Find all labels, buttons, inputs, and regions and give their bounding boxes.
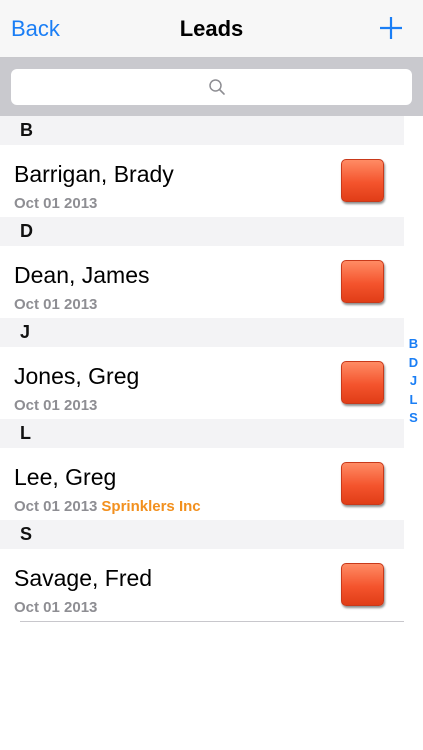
lead-name: Barrigan, Brady bbox=[14, 161, 174, 187]
index-letter-b[interactable]: B bbox=[404, 335, 423, 354]
section-header-j: J bbox=[0, 318, 404, 347]
list-item[interactable]: Savage, Fred Oct 01 2013 bbox=[14, 549, 404, 622]
status-indicator[interactable] bbox=[341, 563, 384, 606]
lead-name: Lee, Greg bbox=[14, 464, 117, 490]
list-item[interactable]: Dean, James Oct 01 2013 bbox=[0, 246, 404, 318]
search-icon bbox=[209, 79, 225, 95]
status-indicator[interactable] bbox=[341, 462, 384, 505]
list-item[interactable]: Barrigan, Brady Oct 01 2013 bbox=[0, 145, 404, 217]
index-letter-d[interactable]: D bbox=[404, 354, 423, 373]
index-letter-j[interactable]: J bbox=[404, 372, 423, 391]
search-input[interactable] bbox=[11, 69, 412, 105]
leads-list: B Barrigan, Brady Oct 01 2013 D Dean, Ja… bbox=[0, 116, 404, 622]
index-letter-l[interactable]: L bbox=[404, 391, 423, 410]
section-header-l: L bbox=[0, 419, 404, 448]
lead-subtitle: Oct 01 2013 bbox=[14, 195, 101, 213]
lead-subtitle: Oct 01 2013 bbox=[14, 599, 101, 617]
index-letter-s[interactable]: S bbox=[404, 409, 423, 428]
section-header-d: D bbox=[0, 217, 404, 246]
plus-icon bbox=[380, 17, 402, 39]
status-indicator[interactable] bbox=[341, 159, 384, 202]
lead-name: Dean, James bbox=[14, 262, 150, 288]
lead-subtitle: Oct 01 2013 bbox=[14, 296, 101, 314]
section-index: B D J L S bbox=[404, 335, 423, 428]
lead-date: Oct 01 2013 bbox=[14, 397, 98, 414]
lead-name: Savage, Fred bbox=[14, 565, 153, 591]
lead-date: Oct 01 2013 bbox=[14, 296, 98, 313]
section-header-b: B bbox=[0, 116, 404, 145]
status-indicator[interactable] bbox=[341, 260, 384, 303]
lead-date: Oct 01 2013 bbox=[14, 498, 98, 515]
page-title: Leads bbox=[179, 16, 244, 41]
lead-subtitle: Oct 01 2013 bbox=[14, 397, 101, 415]
navigation-bar: Back Leads bbox=[0, 0, 423, 58]
list-item[interactable]: Lee, Greg Oct 01 2013 Sprinklers Inc bbox=[0, 448, 404, 520]
lead-date: Oct 01 2013 bbox=[14, 195, 98, 212]
lead-subtitle: Oct 01 2013 Sprinklers Inc bbox=[14, 498, 201, 516]
status-indicator[interactable] bbox=[341, 361, 384, 404]
search-bar bbox=[0, 58, 423, 116]
lead-date: Oct 01 2013 bbox=[14, 599, 98, 616]
list-item[interactable]: Jones, Greg Oct 01 2013 bbox=[0, 347, 404, 419]
lead-name: Jones, Greg bbox=[14, 363, 140, 389]
add-button[interactable] bbox=[379, 16, 403, 40]
section-header-s: S bbox=[0, 520, 404, 549]
lead-company: Sprinklers Inc bbox=[101, 498, 201, 515]
